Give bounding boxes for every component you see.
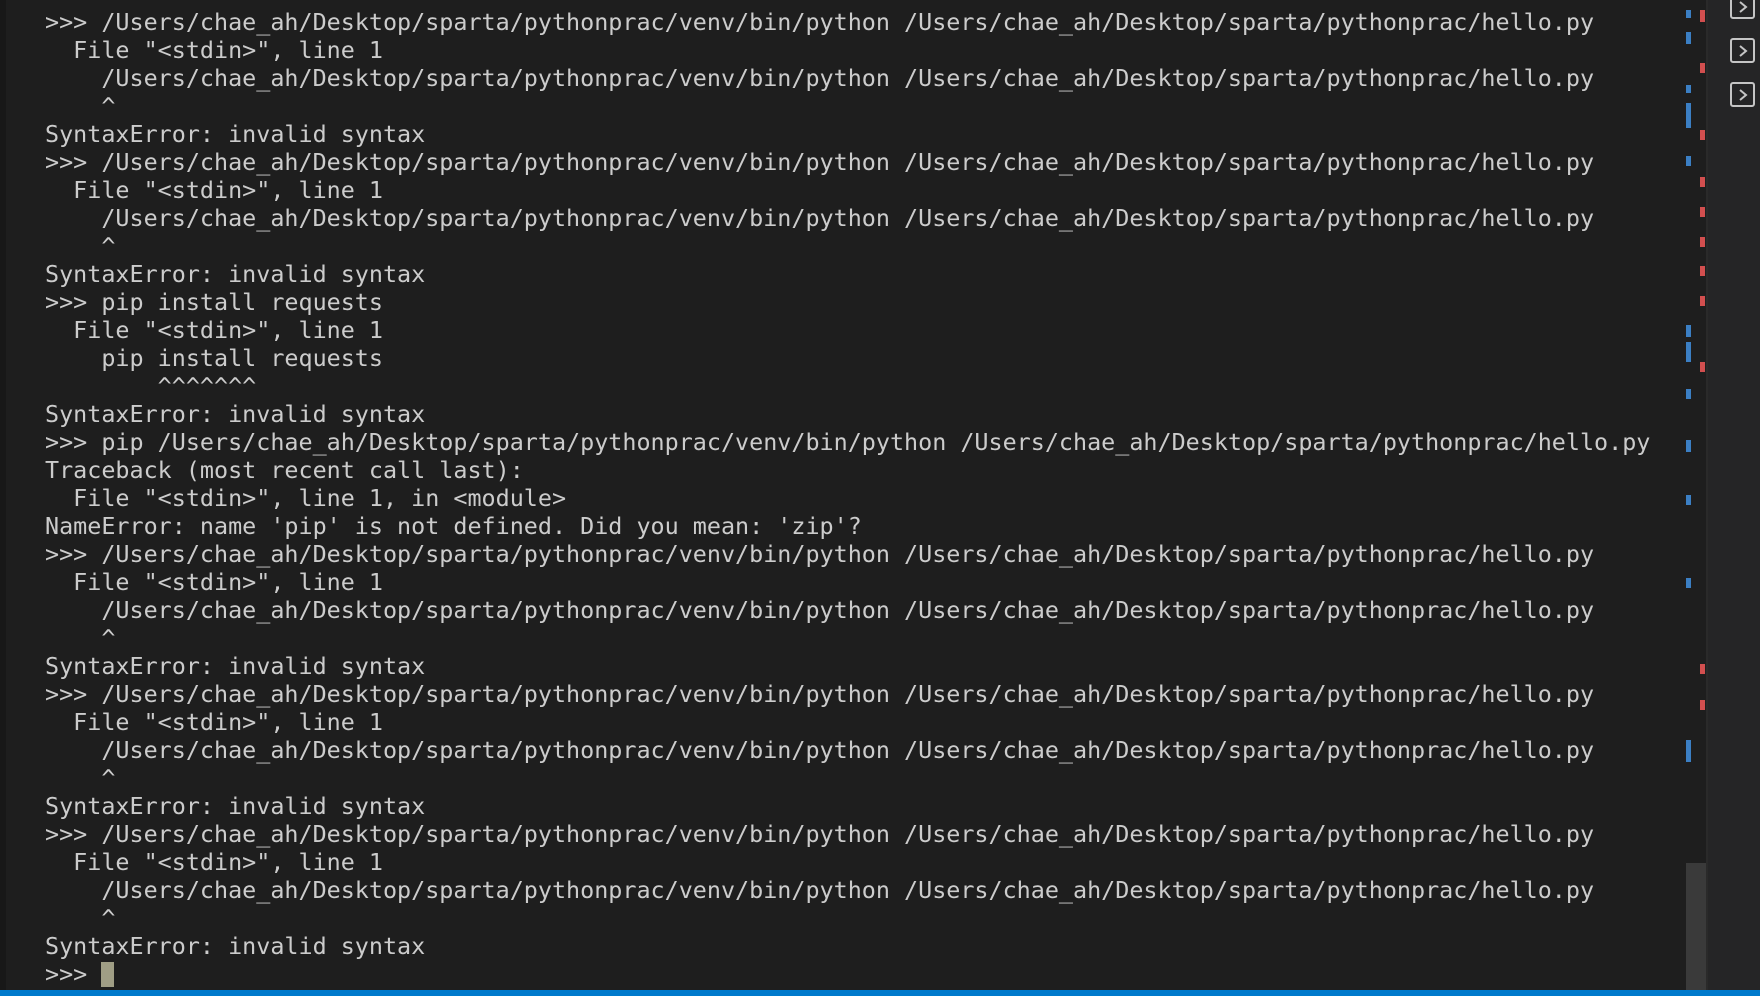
ruler-mark bbox=[1686, 342, 1691, 362]
terminal-line: ^^^^^^^ bbox=[45, 372, 257, 400]
terminal-line: File "<stdin>", line 1 bbox=[45, 708, 383, 736]
terminal-panel[interactable]: >>> /Users/chae_ah/Desktop/sparta/python… bbox=[6, 0, 1686, 990]
terminal-line: SyntaxError: invalid syntax bbox=[45, 400, 426, 428]
terminal-line: /Users/chae_ah/Desktop/sparta/pythonprac… bbox=[45, 876, 1595, 904]
terminal-line: SyntaxError: invalid syntax bbox=[45, 652, 426, 680]
ruler-mark bbox=[1700, 296, 1705, 306]
terminal-line: SyntaxError: invalid syntax bbox=[45, 260, 426, 288]
terminal-line: >>> /Users/chae_ah/Desktop/sparta/python… bbox=[45, 820, 1595, 848]
status-bar bbox=[0, 990, 1760, 996]
ruler-mark bbox=[1686, 103, 1691, 128]
terminal-line: File "<stdin>", line 1 bbox=[45, 316, 383, 344]
ruler-mark bbox=[1686, 325, 1691, 337]
ruler-mark bbox=[1686, 32, 1691, 44]
terminal-line: File "<stdin>", line 1, in <module> bbox=[45, 484, 567, 512]
terminal-line: /Users/chae_ah/Desktop/sparta/pythonprac… bbox=[45, 204, 1595, 232]
terminal-line: ^ bbox=[45, 624, 116, 652]
terminal-line: >>> pip /Users/chae_ah/Desktop/sparta/py… bbox=[45, 428, 1651, 456]
terminal-tab-3[interactable] bbox=[1730, 82, 1755, 107]
terminal-line: ^ bbox=[45, 232, 116, 260]
terminal-icon bbox=[1738, 0, 1748, 13]
terminal-line: File "<stdin>", line 1 bbox=[45, 36, 383, 64]
terminal-tabs-panel bbox=[1708, 0, 1760, 990]
terminal-line: ^ bbox=[45, 92, 116, 120]
terminal-line: NameError: name 'pip' is not defined. Di… bbox=[45, 512, 862, 540]
terminal-line: >>> /Users/chae_ah/Desktop/sparta/python… bbox=[45, 8, 1595, 36]
terminal-line: pip install requests bbox=[45, 344, 383, 372]
ruler-mark bbox=[1700, 130, 1705, 140]
ruler-mark bbox=[1700, 63, 1705, 73]
ruler-mark bbox=[1700, 266, 1705, 276]
ruler-mark bbox=[1686, 10, 1691, 18]
terminal-line: /Users/chae_ah/Desktop/sparta/pythonprac… bbox=[45, 64, 1595, 92]
terminal-tab-2[interactable] bbox=[1730, 38, 1755, 63]
prompt-text: >>> bbox=[45, 960, 102, 988]
terminal-line: File "<stdin>", line 1 bbox=[45, 176, 383, 204]
ruler-mark bbox=[1686, 389, 1691, 399]
terminal-icon bbox=[1738, 88, 1748, 101]
terminal-line: /Users/chae_ah/Desktop/sparta/pythonprac… bbox=[45, 736, 1595, 764]
terminal-line: >>> /Users/chae_ah/Desktop/sparta/python… bbox=[45, 680, 1595, 708]
terminal-line: File "<stdin>", line 1 bbox=[45, 568, 383, 596]
terminal-line: File "<stdin>", line 1 bbox=[45, 848, 383, 876]
terminal-line: Traceback (most recent call last): bbox=[45, 456, 524, 484]
ruler-mark bbox=[1686, 740, 1691, 762]
ruler-mark bbox=[1700, 700, 1705, 710]
scrollbar-thumb[interactable] bbox=[1686, 863, 1706, 990]
prompt-line[interactable]: >>> bbox=[45, 960, 1685, 988]
ruler-mark bbox=[1686, 85, 1691, 93]
terminal-line: >>> /Users/chae_ah/Desktop/sparta/python… bbox=[45, 148, 1595, 176]
terminal-line: ^ bbox=[45, 904, 116, 932]
ruler-mark bbox=[1686, 440, 1691, 452]
terminal-window: >>> /Users/chae_ah/Desktop/sparta/python… bbox=[0, 0, 1760, 996]
ruler-mark bbox=[1700, 207, 1705, 217]
ruler-mark bbox=[1700, 237, 1705, 247]
ruler-mark bbox=[1700, 177, 1705, 187]
ruler-mark bbox=[1700, 10, 1705, 22]
ruler-mark bbox=[1686, 578, 1691, 588]
text-cursor bbox=[101, 961, 115, 987]
terminal-line: SyntaxError: invalid syntax bbox=[45, 932, 426, 960]
terminal-line: SyntaxError: invalid syntax bbox=[45, 120, 426, 148]
terminal-line: /Users/chae_ah/Desktop/sparta/pythonprac… bbox=[45, 596, 1595, 624]
ruler-mark bbox=[1700, 664, 1705, 674]
terminal-line: ^ bbox=[45, 764, 116, 792]
ruler-mark bbox=[1686, 495, 1691, 505]
terminal-tab-1[interactable] bbox=[1730, 0, 1755, 19]
terminal-line: >>> pip install requests bbox=[45, 288, 383, 316]
ruler-mark bbox=[1700, 362, 1705, 372]
terminal-icon bbox=[1738, 44, 1748, 57]
terminal-output: >>> /Users/chae_ah/Desktop/sparta/python… bbox=[45, 8, 1685, 988]
ruler-mark bbox=[1686, 156, 1691, 166]
terminal-line: >>> /Users/chae_ah/Desktop/sparta/python… bbox=[45, 540, 1595, 568]
terminal-line: SyntaxError: invalid syntax bbox=[45, 792, 426, 820]
